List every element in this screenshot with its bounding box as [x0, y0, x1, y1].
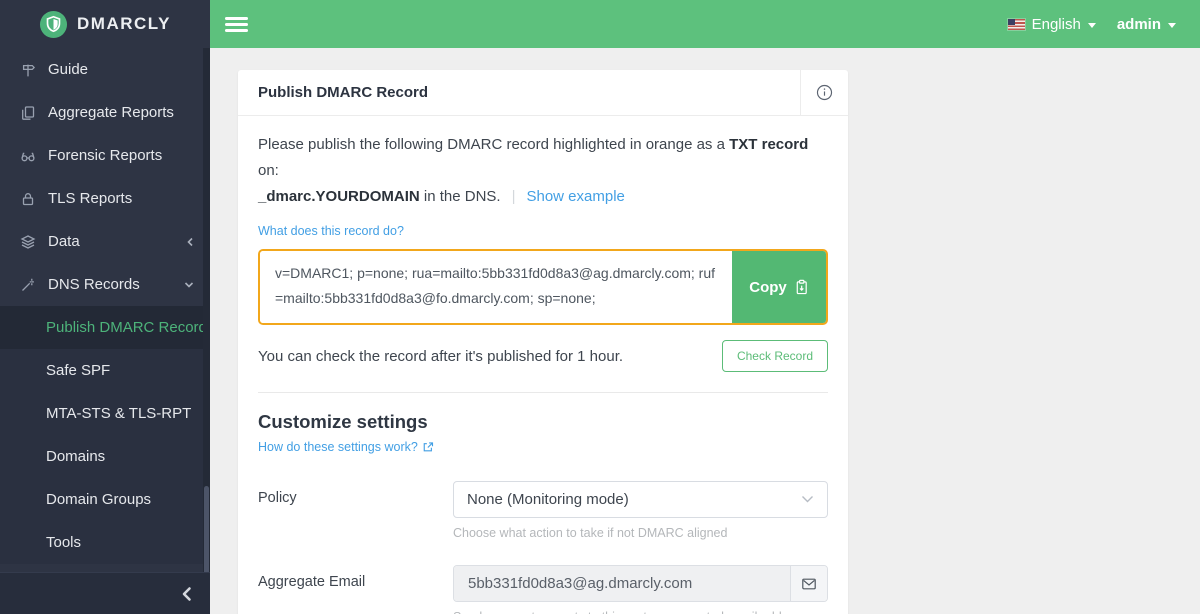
language-selector[interactable]: English [1008, 16, 1096, 33]
sidebar-item-forensic-reports[interactable]: Forensic Reports [0, 134, 210, 177]
us-flag-icon [1008, 19, 1025, 30]
sidebar-item-label: Forensic Reports [48, 147, 162, 164]
envelope-icon [790, 566, 827, 601]
sidebar-item-label: TLS Reports [48, 190, 132, 207]
sidebar-scrollbar[interactable] [203, 48, 210, 614]
check-record-button[interactable]: Check Record [722, 340, 828, 372]
card-body: Please publish the following DMARC recor… [238, 116, 848, 614]
sidebar-item-label: Tools [46, 534, 81, 551]
copy-button-label: Copy [749, 279, 787, 296]
record-help-link[interactable]: What does this record do? [258, 224, 404, 238]
sidebar-item-label: Domains [46, 448, 105, 465]
sidebar-item-data[interactable]: Data [0, 220, 210, 263]
settings-help-link[interactable]: How do these settings work? [258, 440, 434, 454]
chevron-down-icon [801, 495, 814, 504]
customize-settings-heading: Customize settings [258, 411, 828, 433]
collapse-chevron-icon [181, 586, 192, 602]
chevron-left-icon [186, 237, 194, 247]
sidebar-item-label: Domain Groups [46, 491, 151, 508]
policy-select[interactable]: None (Monitoring mode) [453, 481, 828, 518]
sidebar: DMARCLY Guide Aggregate Reports Forensic… [0, 0, 210, 614]
policy-label: Policy [258, 481, 453, 540]
intro-text: on: [258, 162, 279, 179]
content-area: Publish DMARC Record Please publish the … [210, 48, 1200, 614]
section-divider [258, 392, 828, 393]
sidebar-item-tls-reports[interactable]: TLS Reports [0, 177, 210, 220]
dmarc-record-box: v=DMARC1; p=none; rua=mailto:5bb331fd0d8… [258, 249, 828, 325]
dmarc-host-emphasis: _dmarc.YOURDOMAIN [258, 188, 420, 205]
brand-logo[interactable]: DMARCLY [0, 0, 210, 48]
aggregate-email-group [453, 565, 828, 602]
dns-records-submenu: Publish DMARC Record Safe SPF MTA-STS & … [0, 306, 210, 564]
check-record-note: You can check the record after it's publ… [258, 348, 623, 365]
sidebar-item-safe-spf[interactable]: Safe SPF [0, 349, 210, 392]
page-title: Publish DMARC Record [238, 70, 800, 115]
aggregate-email-row: Aggregate Email Send aggregate reports t… [258, 565, 828, 614]
shield-logo-icon [39, 10, 68, 39]
policy-help-text: Choose what action to take if not DMARC … [453, 526, 828, 540]
sidebar-item-label: MTA-STS & TLS-RPT [46, 405, 191, 422]
sidebar-item-label: DNS Records [48, 276, 140, 293]
signpost-icon [20, 62, 36, 78]
sidebar-item-domains[interactable]: Domains [0, 435, 210, 478]
publish-dmarc-record-card: Publish DMARC Record Please publish the … [238, 70, 848, 614]
user-label: admin [1117, 16, 1161, 33]
wand-icon [20, 277, 36, 293]
policy-row: Policy None (Monitoring mode) Choose wha… [258, 481, 828, 540]
aggregate-email-label: Aggregate Email [258, 565, 453, 614]
clipboard-icon [794, 279, 809, 295]
sidebar-item-label: Aggregate Reports [48, 104, 174, 121]
sidebar-item-label: Publish DMARC Record [46, 319, 207, 336]
sidebar-item-label: Safe SPF [46, 362, 110, 379]
aggregate-email-field[interactable] [454, 566, 790, 601]
sidebar-item-aggregate-reports[interactable]: Aggregate Reports [0, 91, 210, 134]
hamburger-menu-button[interactable] [225, 14, 248, 35]
sidebar-item-guide[interactable]: Guide [0, 48, 210, 91]
brand-name: DMARCLY [77, 14, 171, 34]
copy-button[interactable]: Copy [732, 251, 826, 323]
sidebar-collapse-button[interactable] [0, 572, 210, 614]
main-column: English admin Publish DMARC Record [210, 0, 1200, 614]
language-label: English [1032, 16, 1081, 33]
sidebar-item-dns-records[interactable]: DNS Records [0, 263, 210, 306]
topbar: English admin [210, 0, 1200, 48]
app-window: DMARCLY Guide Aggregate Reports Forensic… [0, 0, 1200, 614]
sidebar-menu: Guide Aggregate Reports Forensic Reports… [0, 48, 210, 564]
sidebar-item-label: Data [48, 233, 80, 250]
sidebar-item-tools[interactable]: Tools [0, 521, 210, 564]
topbar-right: English admin [1008, 16, 1176, 33]
caret-down-icon [1088, 23, 1096, 28]
sidebar-item-label: Guide [48, 61, 88, 78]
vertical-separator: | [512, 188, 516, 205]
sidebar-item-domain-groups[interactable]: Domain Groups [0, 478, 210, 521]
sidebar-item-mta-sts-tls-rpt[interactable]: MTA-STS & TLS-RPT [0, 392, 210, 435]
external-link-icon [422, 441, 434, 453]
intro-text: Please publish the following DMARC recor… [258, 136, 729, 153]
lock-icon [20, 191, 36, 207]
txt-record-emphasis: TXT record [729, 136, 808, 153]
layers-icon [20, 234, 36, 250]
info-icon [816, 84, 833, 101]
aggregate-email-help-text: Send aggregate reports to this system ge… [453, 610, 828, 614]
glasses-icon [20, 148, 36, 164]
caret-down-icon [1168, 23, 1176, 28]
intro-paragraph: Please publish the following DMARC recor… [258, 132, 828, 210]
sidebar-item-publish-dmarc-record[interactable]: Publish DMARC Record [0, 306, 210, 349]
settings-help-label: How do these settings work? [258, 440, 418, 454]
check-record-row: You can check the record after it's publ… [258, 340, 828, 372]
chevron-down-icon [184, 281, 194, 289]
policy-selected-value: None (Monitoring mode) [467, 491, 629, 508]
card-header: Publish DMARC Record [238, 70, 848, 116]
intro-text: in the DNS. [420, 188, 501, 205]
documents-icon [20, 105, 36, 121]
user-menu[interactable]: admin [1103, 16, 1176, 33]
info-button[interactable] [800, 70, 848, 115]
dmarc-record-value[interactable]: v=DMARC1; p=none; rua=mailto:5bb331fd0d8… [260, 251, 732, 323]
show-example-link[interactable]: Show example [526, 188, 624, 205]
